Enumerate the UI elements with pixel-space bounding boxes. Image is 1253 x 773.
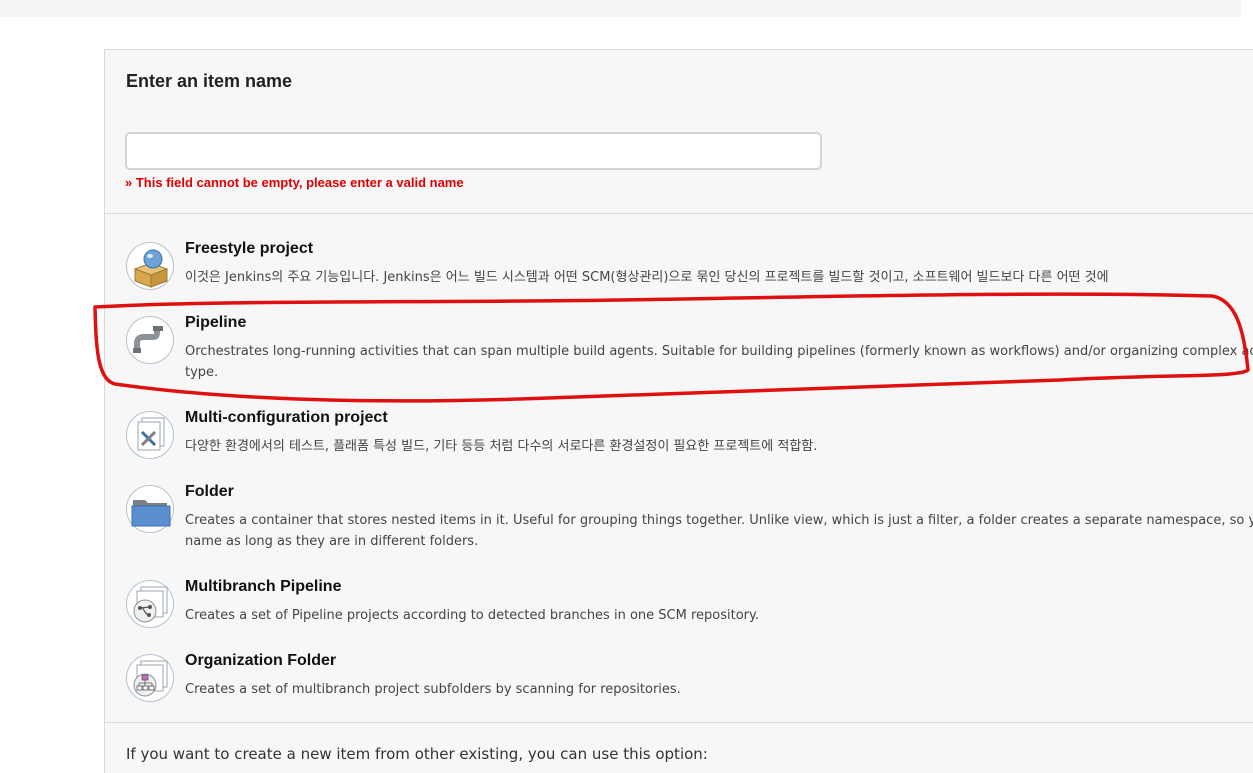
item-type-description: 이것은 Jenkins의 주요 기능입니다. Jenkins은 어느 빌드 시스…	[185, 270, 1109, 285]
item-name-heading: Enter an item name	[126, 71, 293, 91]
item-type-description: Orchestrates long-running activities tha…	[185, 344, 1253, 380]
item-type-multi-configuration[interactable]: Multi-configuration project 다양한 환경에서의 테스…	[125, 409, 1253, 461]
organization-folder-icon	[126, 654, 174, 702]
item-type-title: Organization Folder	[185, 652, 337, 669]
multibranch-pipeline-icon	[126, 580, 174, 628]
item-type-title: Folder	[185, 483, 234, 500]
item-type-description: Creates a set of multibranch project sub…	[185, 682, 681, 697]
new-item-panel: Enter an item name » This field cannot b…	[104, 49, 1253, 773]
item-type-organization-folder[interactable]: Organization Folder Creates a set of mul…	[125, 652, 1253, 704]
multi-configuration-icon	[126, 411, 174, 459]
copy-from-existing-text: If you want to create a new item from ot…	[126, 745, 708, 763]
item-type-title: Pipeline	[185, 314, 247, 331]
item-type-folder[interactable]: Folder Creates a container that stores n…	[125, 483, 1253, 553]
item-type-title: Freestyle project	[185, 240, 314, 257]
folder-icon	[126, 485, 174, 533]
item-name-input[interactable]	[125, 132, 822, 170]
item-type-title: Multi-configuration project	[185, 409, 388, 426]
item-type-description: Creates a container that stores nested i…	[185, 513, 1253, 549]
item-type-description: 다양한 환경에서의 테스트, 플래폼 특성 빌드, 기타 등등 처럼 다수의 서…	[185, 439, 818, 454]
top-bar	[0, 0, 1241, 17]
item-type-description: Creates a set of Pipeline projects accor…	[185, 608, 759, 623]
pipeline-icon	[126, 316, 174, 364]
item-name-error: » This field cannot be empty, please ent…	[125, 175, 464, 190]
item-type-pipeline[interactable]: Pipeline Orchestrates long-running activ…	[125, 314, 1253, 384]
item-type-freestyle[interactable]: Freestyle project 이것은 Jenkins의 주요 기능입니다.…	[125, 240, 1253, 292]
freestyle-icon	[126, 242, 174, 290]
section-divider	[105, 722, 1253, 723]
item-type-multibranch-pipeline[interactable]: Multibranch Pipeline Creates a set of Pi…	[125, 578, 1253, 630]
item-type-title: Multibranch Pipeline	[185, 578, 342, 595]
section-divider	[105, 213, 1253, 214]
